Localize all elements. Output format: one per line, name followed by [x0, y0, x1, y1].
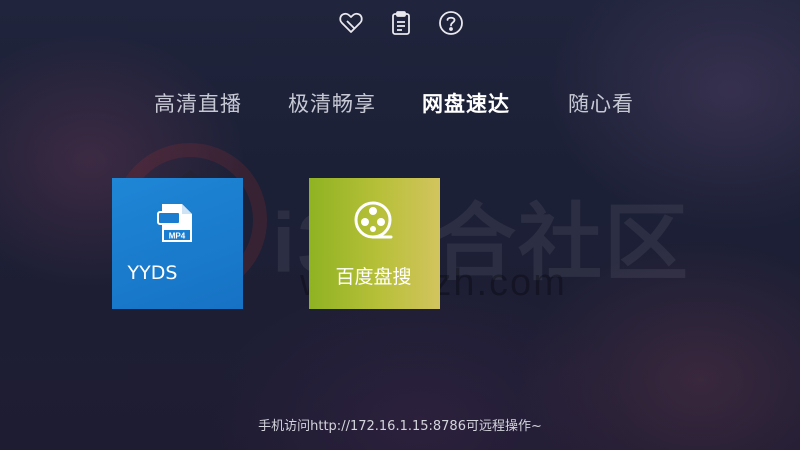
mp4-file-icon: MP4 — [157, 204, 192, 242]
favorite-icon[interactable] — [336, 8, 366, 38]
app-tile-baidu-search[interactable]: 百度盘搜 — [309, 178, 440, 309]
tab-ultra-hd[interactable]: 极清畅享 — [288, 88, 376, 118]
app-tile-label: YYDS — [127, 262, 178, 284]
category-tabs: 高清直播 极清畅享 网盘速达 随心看 — [0, 88, 800, 120]
svg-text:MP4: MP4 — [169, 232, 186, 241]
tab-hd-live[interactable]: 高清直播 — [154, 88, 242, 118]
tab-watch-freely[interactable]: 随心看 — [568, 88, 634, 118]
film-reel-icon — [354, 201, 393, 239]
remote-access-hint: 手机访问http://172.16.1.15:8786可远程操作~ — [258, 419, 542, 434]
app-tile-label: 百度盘搜 — [335, 266, 412, 288]
app-tile-yyds[interactable]: MP4 YYDS — [112, 178, 243, 309]
top-toolbar — [336, 8, 466, 38]
tab-cloud-drive[interactable]: 网盘速达 — [422, 88, 510, 118]
help-icon[interactable] — [436, 8, 466, 38]
clipboard-icon[interactable] — [386, 8, 416, 38]
